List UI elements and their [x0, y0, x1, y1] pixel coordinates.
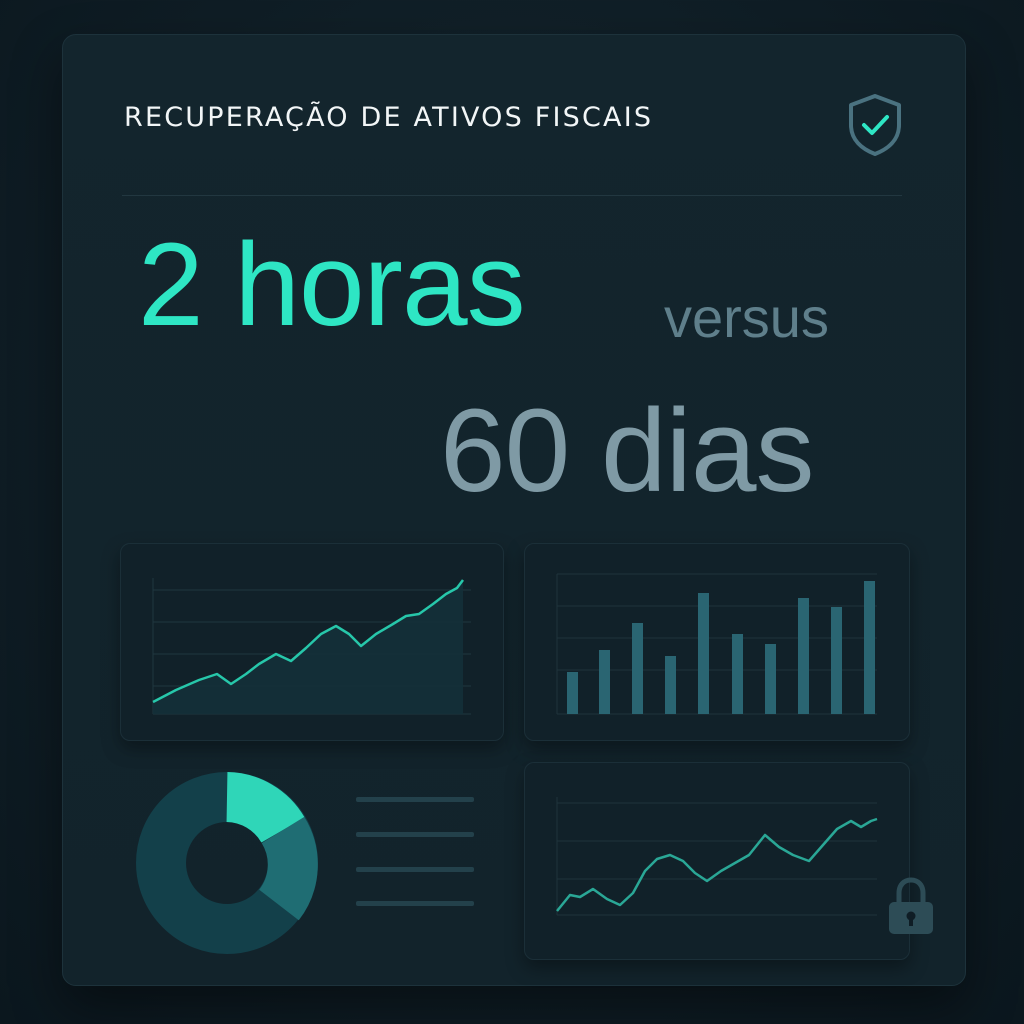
line-chart-panel-top — [120, 543, 504, 741]
bar-chart — [556, 573, 877, 715]
legend-line — [356, 867, 474, 872]
header-divider — [122, 195, 902, 196]
bar — [599, 650, 610, 714]
donut-chart — [136, 772, 318, 954]
bar-chart-panel — [524, 543, 910, 741]
bar — [698, 593, 709, 714]
bar — [798, 598, 809, 714]
line-chart-top — [152, 578, 471, 715]
bar — [831, 607, 842, 714]
line-chart-bottom — [556, 797, 878, 916]
bar — [732, 634, 743, 714]
bar — [665, 656, 676, 714]
shield-check-icon — [849, 94, 901, 156]
legend-line — [356, 901, 474, 906]
bar — [567, 672, 578, 714]
headline-primary: 2 horas — [138, 219, 526, 351]
legend-line — [356, 797, 474, 802]
legend-line — [356, 832, 474, 837]
bar — [864, 581, 875, 714]
bar — [765, 644, 776, 714]
legend-lines — [356, 795, 476, 915]
lock-icon — [889, 877, 933, 934]
headline-secondary: 60 dias — [440, 385, 815, 517]
line-chart-panel-bottom — [524, 762, 910, 960]
page-title: RECUPERAÇÃO DE ATIVOS FISCAIS — [124, 102, 654, 133]
bar — [632, 623, 643, 714]
headline-connector: versus — [664, 286, 829, 349]
